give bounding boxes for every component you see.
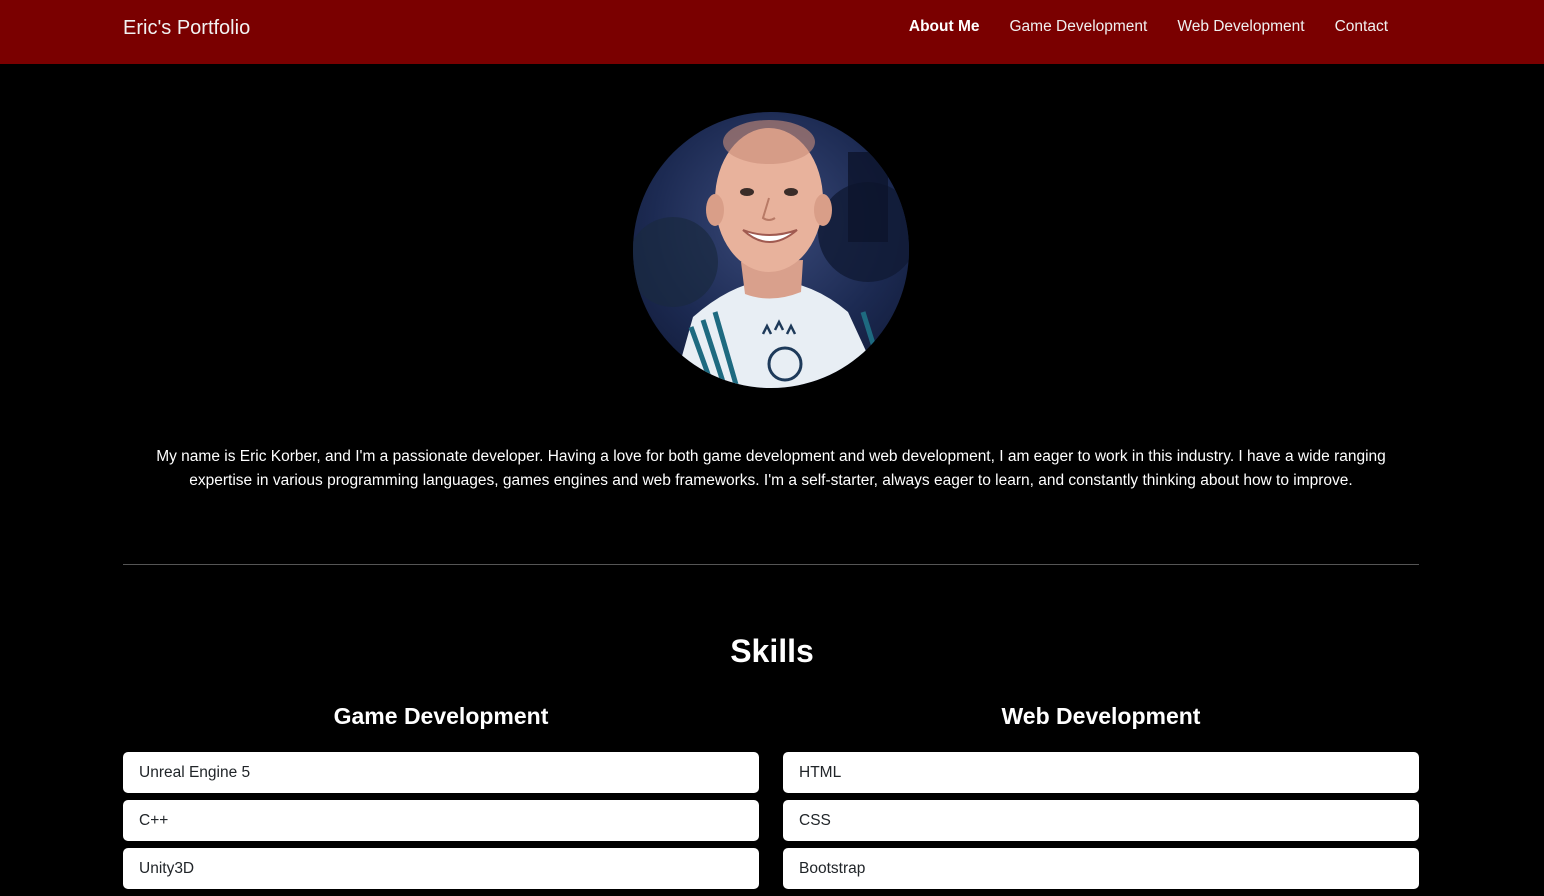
nav-link-about-me[interactable]: About Me bbox=[909, 17, 980, 37]
skill-item: CSS bbox=[783, 800, 1419, 841]
nav-link-contact[interactable]: Contact bbox=[1335, 17, 1388, 37]
web-development-skills: Web Development HTML CSS Bootstrap bbox=[783, 700, 1419, 896]
skill-item: HTML bbox=[783, 752, 1419, 793]
game-development-skills: Game Development Unreal Engine 5 C++ Uni… bbox=[123, 700, 759, 896]
profile-photo bbox=[633, 112, 909, 388]
skills-heading: Skills bbox=[730, 633, 814, 669]
nav-link-web-development[interactable]: Web Development bbox=[1177, 17, 1304, 37]
bio-text: My name is Eric Korber, and I'm a passio… bbox=[156, 448, 1386, 489]
brand-link[interactable]: Eric's Portfolio bbox=[123, 15, 250, 41]
skill-item: Unreal Engine 5 bbox=[123, 752, 759, 793]
skill-item: C++ bbox=[123, 800, 759, 841]
skill-item: Unity3D bbox=[123, 848, 759, 889]
skill-item: Bootstrap bbox=[783, 848, 1419, 889]
web-development-heading: Web Development bbox=[1001, 703, 1201, 729]
navbar: Eric's Portfolio About Me Game Developme… bbox=[0, 0, 1544, 64]
game-development-heading: Game Development bbox=[333, 703, 549, 729]
profile-photo-graphic bbox=[633, 120, 909, 388]
section-divider bbox=[123, 564, 1419, 565]
web-skill-list: HTML CSS Bootstrap bbox=[783, 752, 1419, 889]
nav-links: About Me Game Development Web Developmen… bbox=[909, 17, 1388, 37]
nav-link-game-development[interactable]: Game Development bbox=[1010, 17, 1148, 37]
game-skill-list: Unreal Engine 5 C++ Unity3D bbox=[123, 752, 759, 889]
